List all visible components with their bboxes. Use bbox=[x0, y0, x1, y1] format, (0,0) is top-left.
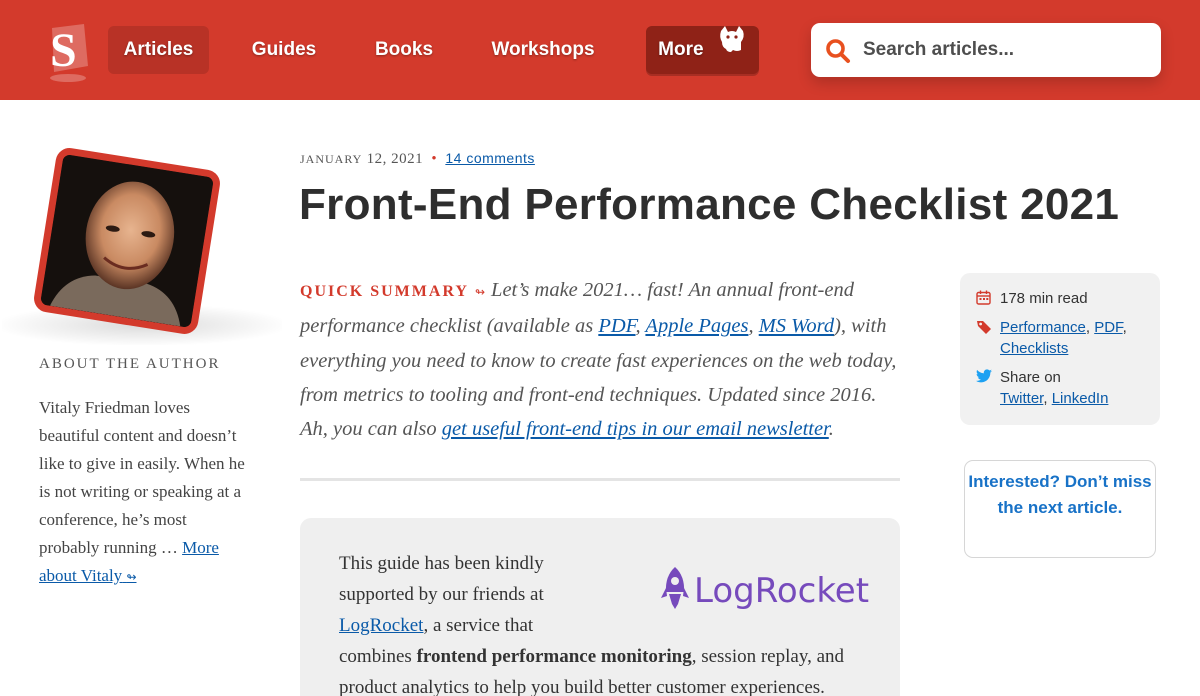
tag-icon bbox=[976, 317, 1000, 359]
summary-divider bbox=[300, 478, 900, 481]
read-time: 178 min read bbox=[1000, 290, 1088, 307]
about-author-heading: ABOUT THE AUTHOR bbox=[39, 356, 221, 372]
tags-list: Performance, PDF, Checklists bbox=[1000, 317, 1127, 359]
article-info-card: 178 min read Performance, PDF, Checklist… bbox=[960, 273, 1160, 425]
share-links: Share on Twitter, LinkedIn bbox=[1000, 367, 1108, 409]
sponsor-text: This guide has been kindly supported by … bbox=[339, 548, 864, 696]
top-navigation: S Articles Guides Books Workshops More bbox=[0, 0, 1200, 100]
logo-spacer bbox=[604, 548, 864, 638]
nav-books[interactable]: Books bbox=[362, 26, 446, 74]
smashing-logo[interactable]: S bbox=[44, 22, 92, 86]
cat-icon bbox=[717, 24, 747, 72]
quick-summary-label: QUICK SUMMARY bbox=[300, 283, 469, 300]
tag-pdf[interactable]: PDF bbox=[1094, 319, 1122, 336]
article-date-day-year: 12, 2021 bbox=[366, 151, 424, 167]
read-time-row: 178 min read bbox=[976, 288, 1088, 309]
summary-arrow-icon: ↬ bbox=[474, 285, 486, 299]
share-linkedin-link[interactable]: LinkedIn bbox=[1052, 390, 1109, 407]
search-box[interactable] bbox=[811, 23, 1161, 77]
calendar-icon bbox=[976, 288, 1000, 309]
share-label: Share on bbox=[1000, 369, 1061, 386]
author-avatar[interactable] bbox=[32, 146, 222, 336]
summary-text-3: . bbox=[828, 418, 834, 441]
newsletter-prompt-text: Interested? Don’t miss the next article. bbox=[968, 472, 1152, 517]
share-sep: , bbox=[1043, 390, 1052, 407]
quick-summary: QUICK SUMMARY ↬ Let’s make 2021… fast! An … bbox=[300, 273, 900, 446]
sponsor-bold-text: frontend performance monitoring bbox=[416, 646, 692, 667]
logo-letter: S bbox=[50, 24, 77, 77]
author-bio-text: Vitaly Friedman loves beautiful content … bbox=[39, 398, 245, 557]
newsletter-link[interactable]: get useful front-end tips in our email n… bbox=[442, 418, 829, 440]
article-title: Front-End Performance Checklist 2021 bbox=[299, 180, 1120, 229]
pdf-link[interactable]: PDF bbox=[598, 315, 635, 337]
nav-guides[interactable]: Guides bbox=[238, 26, 330, 74]
article-date-month: JANUARY bbox=[300, 152, 363, 166]
summary-sep-2: , bbox=[748, 315, 759, 338]
tag-checklists[interactable]: Checklists bbox=[1000, 340, 1068, 357]
summary-sep-1: , bbox=[635, 315, 646, 338]
logrocket-link[interactable]: LogRocket bbox=[339, 615, 423, 636]
share-twitter-link[interactable]: Twitter bbox=[1000, 390, 1043, 407]
newsletter-prompt[interactable]: Interested? Don’t miss the next article. bbox=[964, 460, 1156, 558]
search-input[interactable] bbox=[863, 31, 1148, 69]
sponsor-text-1: This guide has been kindly supported by … bbox=[339, 553, 544, 605]
nav-more-label: More bbox=[658, 39, 704, 60]
more-arrow-icon: ↬ bbox=[126, 570, 137, 584]
nav-more-button[interactable]: More bbox=[646, 24, 759, 74]
tag-sep-2: , bbox=[1122, 319, 1127, 336]
tag-sep-1: , bbox=[1085, 319, 1095, 336]
ms-word-link[interactable]: MS Word bbox=[759, 315, 834, 337]
search-icon bbox=[825, 38, 851, 69]
comments-link[interactable]: 14 comments bbox=[445, 150, 535, 166]
apple-pages-link[interactable]: Apple Pages bbox=[645, 315, 748, 337]
tags-row: Performance, PDF, Checklists bbox=[976, 317, 1127, 359]
nav-workshops[interactable]: Workshops bbox=[478, 26, 608, 74]
nav-articles[interactable]: Articles bbox=[108, 26, 209, 74]
meta-separator: • bbox=[431, 151, 438, 167]
share-row: Share on Twitter, LinkedIn bbox=[976, 367, 1108, 409]
author-bio: Vitaly Friedman loves beautiful content … bbox=[39, 394, 249, 591]
twitter-icon bbox=[976, 367, 1000, 409]
tag-performance[interactable]: Performance bbox=[1000, 319, 1086, 336]
article-meta: JANUARY 12, 2021 • 14 comments bbox=[300, 150, 535, 168]
sponsor-box: LogRocket This guide has been kindly sup… bbox=[300, 518, 900, 696]
